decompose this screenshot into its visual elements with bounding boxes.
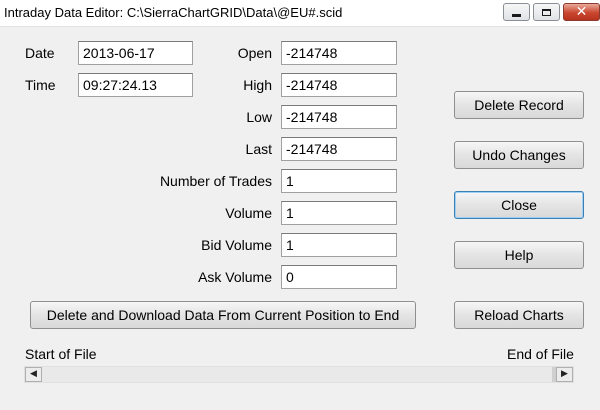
reload-charts-button[interactable]: Reload Charts: [454, 301, 584, 329]
open-label: Open: [237, 45, 272, 61]
high-label: High: [243, 77, 272, 93]
date-label: Date: [25, 45, 55, 61]
volume-label: Volume: [225, 205, 272, 221]
close-icon: ✕: [575, 4, 588, 20]
ask-volume-field[interactable]: [281, 265, 397, 289]
open-field[interactable]: [281, 41, 397, 65]
high-field[interactable]: [281, 73, 397, 97]
start-of-file-label: Start of File: [25, 346, 97, 362]
minimize-button[interactable]: [503, 3, 530, 21]
maximize-button[interactable]: [533, 3, 560, 21]
last-field[interactable]: [281, 137, 397, 161]
low-label: Low: [246, 109, 272, 125]
undo-changes-button[interactable]: Undo Changes: [454, 141, 584, 169]
maximize-icon: [542, 8, 551, 16]
ask-volume-label: Ask Volume: [198, 269, 272, 285]
help-button[interactable]: Help: [454, 241, 584, 269]
time-label: Time: [25, 77, 56, 93]
low-field[interactable]: [281, 105, 397, 129]
bid-volume-field[interactable]: [281, 233, 397, 257]
volume-field[interactable]: [281, 201, 397, 225]
delete-record-button[interactable]: Delete Record: [454, 91, 584, 119]
file-position-scrollbar[interactable]: ◀ ▶: [24, 366, 574, 383]
end-of-file-label: End of File: [507, 346, 574, 362]
delete-and-download-button[interactable]: Delete and Download Data From Current Po…: [30, 301, 416, 329]
intraday-data-editor-window: Intraday Data Editor: C:\SierraChartGRID…: [0, 0, 600, 410]
bid-volume-label: Bid Volume: [201, 237, 272, 253]
title-bar[interactable]: Intraday Data Editor: C:\SierraChartGRID…: [0, 0, 600, 27]
scroll-right-arrow-icon[interactable]: ▶: [556, 367, 573, 382]
number-of-trades-label: Number of Trades: [159, 173, 272, 189]
number-of-trades-field[interactable]: [281, 169, 397, 193]
scroll-left-arrow-icon[interactable]: ◀: [25, 367, 42, 382]
minimize-icon: [512, 13, 521, 17]
last-label: Last: [245, 141, 272, 157]
close-window-button[interactable]: ✕: [563, 3, 600, 21]
close-button[interactable]: Close: [454, 191, 584, 219]
window-title: Intraday Data Editor: C:\SierraChartGRID…: [4, 5, 343, 20]
